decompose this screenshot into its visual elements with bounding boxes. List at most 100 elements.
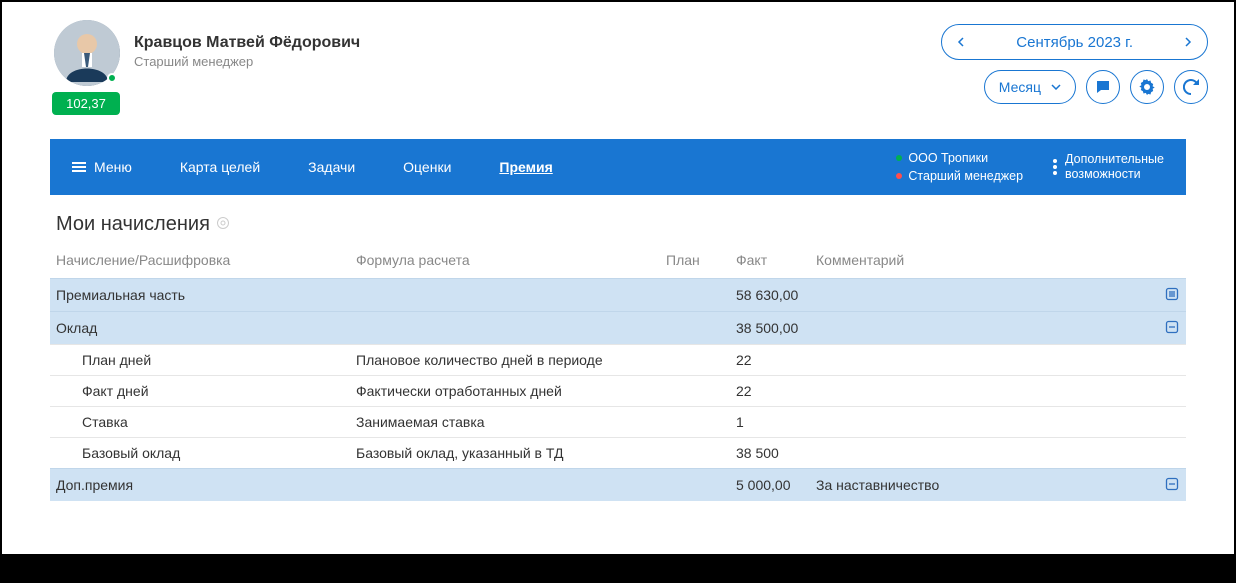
refresh-icon bbox=[1183, 79, 1199, 95]
cell-formula: Занимаемая ставка bbox=[350, 407, 660, 438]
cell-action bbox=[1158, 345, 1186, 376]
header: 102,37 Кравцов Матвей Фёдорович Старший … bbox=[2, 2, 1234, 121]
table-row[interactable]: Доп.премия 5 000,00За наставничество bbox=[50, 469, 1186, 502]
period-prev-button[interactable] bbox=[946, 27, 976, 57]
extras-button[interactable]: Дополнительные возможности bbox=[1053, 152, 1164, 182]
cell-plan bbox=[660, 376, 730, 407]
view-mode-select[interactable]: Месяц bbox=[984, 70, 1076, 104]
table-row[interactable]: Факт днейФактически отработанных дней 22 bbox=[50, 376, 1186, 407]
cell-comment bbox=[810, 345, 1158, 376]
cell-formula bbox=[350, 312, 660, 345]
presence-indicator bbox=[107, 73, 117, 83]
cell-comment: За наставничество bbox=[810, 469, 1158, 502]
section-title-text: Мои начисления bbox=[56, 213, 210, 236]
cell-comment bbox=[810, 279, 1158, 312]
cell-fact: 5 000,00 bbox=[730, 469, 810, 502]
cell-action bbox=[1158, 438, 1186, 469]
th-plan: План bbox=[660, 246, 730, 279]
details-icon[interactable] bbox=[1164, 286, 1180, 302]
context-company: ООО Тропики bbox=[908, 151, 988, 165]
position-dot-icon bbox=[896, 173, 902, 179]
header-controls: Сентябрь 2023 г. Месяц bbox=[941, 20, 1208, 104]
cell-formula: Базовый оклад, указанный в ТД bbox=[350, 438, 660, 469]
chevron-down-icon bbox=[1051, 84, 1061, 90]
table-row[interactable]: Базовый окладБазовый оклад, указанный в … bbox=[50, 438, 1186, 469]
hamburger-icon bbox=[72, 162, 86, 172]
cell-name: Базовый оклад bbox=[50, 438, 350, 469]
cell-formula: Плановое количество дней в периоде bbox=[350, 345, 660, 376]
cell-name: Факт дней bbox=[50, 376, 350, 407]
person-role: Старший менеджер bbox=[134, 54, 360, 69]
score-badge: 102,37 bbox=[52, 92, 120, 115]
th-formula: Формула расчета bbox=[350, 246, 660, 279]
cell-plan bbox=[660, 312, 730, 345]
cell-action bbox=[1158, 469, 1186, 502]
cell-name: Премиальная часть bbox=[50, 279, 350, 312]
table-row[interactable]: Оклад 38 500,00 bbox=[50, 312, 1186, 345]
dots-icon bbox=[1053, 159, 1057, 175]
cell-comment bbox=[810, 312, 1158, 345]
accruals-table: Начисление/Расшифровка Формула расчета П… bbox=[50, 246, 1186, 501]
cell-comment bbox=[810, 438, 1158, 469]
cell-formula: Фактически отработанных дней bbox=[350, 376, 660, 407]
cell-action bbox=[1158, 279, 1186, 312]
menu-button[interactable]: Меню bbox=[72, 159, 156, 175]
extras-line2: возможности bbox=[1065, 167, 1164, 182]
th-comment: Комментарий bbox=[810, 246, 1158, 279]
cell-plan bbox=[660, 279, 730, 312]
collapse-icon[interactable] bbox=[1164, 476, 1180, 492]
navbar: Меню Карта целейЗадачиОценкиПремия ООО Т… bbox=[50, 139, 1186, 195]
period-next-button[interactable] bbox=[1173, 27, 1203, 57]
cell-fact: 38 500 bbox=[730, 438, 810, 469]
cell-name: Доп.премия bbox=[50, 469, 350, 502]
cell-action bbox=[1158, 312, 1186, 345]
cell-fact: 38 500,00 bbox=[730, 312, 810, 345]
cell-action bbox=[1158, 376, 1186, 407]
extras-line1: Дополнительные bbox=[1065, 152, 1164, 167]
chat-button[interactable] bbox=[1086, 70, 1120, 104]
gear-icon bbox=[1139, 79, 1155, 95]
refresh-button[interactable] bbox=[1174, 70, 1208, 104]
view-mode-label: Месяц bbox=[999, 79, 1041, 95]
collapse-icon[interactable] bbox=[1164, 319, 1180, 335]
cell-formula bbox=[350, 469, 660, 502]
section-gear-icon[interactable] bbox=[216, 216, 230, 233]
cell-fact: 58 630,00 bbox=[730, 279, 810, 312]
th-name: Начисление/Расшифровка bbox=[50, 246, 350, 279]
period-text[interactable]: Сентябрь 2023 г. bbox=[976, 34, 1173, 51]
profile-block: 102,37 Кравцов Матвей Фёдорович Старший … bbox=[54, 20, 360, 115]
cell-plan bbox=[660, 345, 730, 376]
cell-name: План дней bbox=[50, 345, 350, 376]
tab-0[interactable]: Карта целей bbox=[156, 159, 284, 175]
cell-fact: 22 bbox=[730, 345, 810, 376]
cell-plan bbox=[660, 469, 730, 502]
context-position: Старший менеджер bbox=[908, 169, 1023, 183]
th-fact: Факт bbox=[730, 246, 810, 279]
cell-name: Ставка bbox=[50, 407, 350, 438]
cell-action bbox=[1158, 407, 1186, 438]
table-row[interactable]: СтавкаЗанимаемая ставка 1 bbox=[50, 407, 1186, 438]
cell-formula bbox=[350, 279, 660, 312]
tab-3[interactable]: Премия bbox=[475, 159, 576, 175]
context-info: ООО Тропики Старший менеджер bbox=[896, 151, 1053, 183]
cell-comment bbox=[810, 376, 1158, 407]
menu-label: Меню bbox=[94, 159, 132, 175]
nav-tabs: Карта целейЗадачиОценкиПремия bbox=[156, 159, 577, 175]
cell-name: Оклад bbox=[50, 312, 350, 345]
tab-2[interactable]: Оценки bbox=[379, 159, 475, 175]
settings-button[interactable] bbox=[1130, 70, 1164, 104]
person-name: Кравцов Матвей Фёдорович bbox=[134, 34, 360, 52]
period-selector: Сентябрь 2023 г. bbox=[941, 24, 1208, 60]
company-dot-icon bbox=[896, 155, 902, 161]
section-title: Мои начисления bbox=[50, 213, 1186, 246]
cell-fact: 1 bbox=[730, 407, 810, 438]
table-header-row: Начисление/Расшифровка Формула расчета П… bbox=[50, 246, 1186, 279]
cell-fact: 22 bbox=[730, 376, 810, 407]
tab-1[interactable]: Задачи bbox=[284, 159, 379, 175]
cell-comment bbox=[810, 407, 1158, 438]
table-row[interactable]: План днейПлановое количество дней в пери… bbox=[50, 345, 1186, 376]
table-row[interactable]: Премиальная часть 58 630,00 bbox=[50, 279, 1186, 312]
avatar-wrap bbox=[54, 20, 120, 86]
cell-plan bbox=[660, 407, 730, 438]
chat-icon bbox=[1095, 79, 1111, 95]
